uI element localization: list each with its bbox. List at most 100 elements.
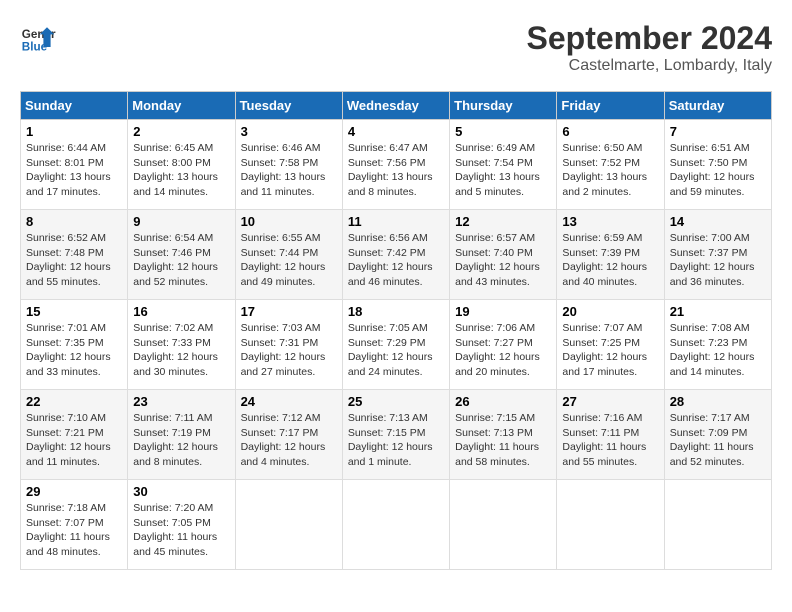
calendar-day-1: 1Sunrise: 6:44 AMSunset: 8:01 PMDaylight… — [21, 120, 128, 210]
day-info: Sunrise: 7:05 AMSunset: 7:29 PMDaylight:… — [348, 322, 433, 378]
day-number: 12 — [455, 214, 551, 229]
calendar-day-24: 24 Sunrise: 7:12 AMSunset: 7:17 PMDayligh… — [235, 390, 342, 480]
day-number: 23 — [133, 394, 229, 409]
day-number: 1 — [26, 124, 122, 139]
day-number: 6 — [562, 124, 658, 139]
day-info: Sunrise: 6:49 AMSunset: 7:54 PMDaylight:… — [455, 142, 540, 198]
col-wednesday: Wednesday — [342, 92, 449, 120]
day-number: 11 — [348, 214, 444, 229]
day-info: Sunrise: 6:51 AMSunset: 7:50 PMDaylight:… — [670, 142, 755, 198]
month-title: September 2024 — [527, 20, 772, 57]
day-number: 17 — [241, 304, 337, 319]
calendar-day-19: 19Sunrise: 7:06 AMSunset: 7:27 PMDayligh… — [450, 300, 557, 390]
day-info: Sunrise: 7:10 AMSunset: 7:21 PMDaylight:… — [26, 412, 111, 468]
empty-cell — [664, 480, 771, 570]
day-info: Sunrise: 7:02 AMSunset: 7:33 PMDaylight:… — [133, 322, 218, 378]
col-thursday: Thursday — [450, 92, 557, 120]
week-row-1: 1Sunrise: 6:44 AMSunset: 8:01 PMDaylight… — [21, 120, 772, 210]
day-number: 15 — [26, 304, 122, 319]
day-number: 8 — [26, 214, 122, 229]
day-number: 3 — [241, 124, 337, 139]
calendar-day-25: 25 Sunrise: 7:13 AMSunset: 7:15 PMDayligh… — [342, 390, 449, 480]
calendar-day-2: 2 Sunrise: 6:45 AMSunset: 8:00 PMDaylight… — [128, 120, 235, 210]
day-info: Sunrise: 6:45 AMSunset: 8:00 PMDaylight:… — [133, 142, 218, 198]
calendar-day-12: 12Sunrise: 6:57 AMSunset: 7:40 PMDayligh… — [450, 210, 557, 300]
day-number: 22 — [26, 394, 122, 409]
col-sunday: Sunday — [21, 92, 128, 120]
empty-cell — [450, 480, 557, 570]
day-number: 28 — [670, 394, 766, 409]
day-number: 26 — [455, 394, 551, 409]
col-tuesday: Tuesday — [235, 92, 342, 120]
calendar-day-17: 17 Sunrise: 7:03 AMSunset: 7:31 PMDayligh… — [235, 300, 342, 390]
day-info: Sunrise: 7:15 AMSunset: 7:13 PMDaylight:… — [455, 412, 539, 468]
week-row-4: 22 Sunrise: 7:10 AMSunset: 7:21 PMDayligh… — [21, 390, 772, 480]
day-number: 20 — [562, 304, 658, 319]
calendar-day-6: 6 Sunrise: 6:50 AMSunset: 7:52 PMDaylight… — [557, 120, 664, 210]
day-info: Sunrise: 7:00 AMSunset: 7:37 PMDaylight:… — [670, 232, 755, 288]
calendar-day-3: 3 Sunrise: 6:46 AMSunset: 7:58 PMDaylight… — [235, 120, 342, 210]
empty-cell — [342, 480, 449, 570]
day-info: Sunrise: 7:01 AMSunset: 7:35 PMDaylight:… — [26, 322, 111, 378]
calendar-day-10: 10 Sunrise: 6:55 AMSunset: 7:44 PMDayligh… — [235, 210, 342, 300]
day-number: 7 — [670, 124, 766, 139]
week-row-3: 15 Sunrise: 7:01 AMSunset: 7:35 PMDayligh… — [21, 300, 772, 390]
calendar-day-23: 23Sunrise: 7:11 AMSunset: 7:19 PMDayligh… — [128, 390, 235, 480]
calendar-day-20: 20 Sunrise: 7:07 AMSunset: 7:25 PMDayligh… — [557, 300, 664, 390]
calendar-day-8: 8 Sunrise: 6:52 AMSunset: 7:48 PMDaylight… — [21, 210, 128, 300]
day-number: 9 — [133, 214, 229, 229]
day-number: 24 — [241, 394, 337, 409]
day-number: 4 — [348, 124, 444, 139]
day-info: Sunrise: 7:20 AMSunset: 7:05 PMDaylight:… — [133, 502, 217, 558]
day-info: Sunrise: 7:13 AMSunset: 7:15 PMDaylight:… — [348, 412, 433, 468]
day-number: 14 — [670, 214, 766, 229]
day-number: 27 — [562, 394, 658, 409]
day-number: 19 — [455, 304, 551, 319]
day-info: Sunrise: 7:18 AMSunset: 7:07 PMDaylight:… — [26, 502, 110, 558]
day-info: Sunrise: 6:50 AMSunset: 7:52 PMDaylight:… — [562, 142, 647, 198]
location-title: Castelmarte, Lombardy, Italy — [527, 57, 772, 75]
calendar-day-11: 11 Sunrise: 6:56 AMSunset: 7:42 PMDayligh… — [342, 210, 449, 300]
day-info: Sunrise: 7:08 AMSunset: 7:23 PMDaylight:… — [670, 322, 755, 378]
day-info: Sunrise: 6:55 AMSunset: 7:44 PMDaylight:… — [241, 232, 326, 288]
calendar-day-14: 14 Sunrise: 7:00 AMSunset: 7:37 PMDayligh… — [664, 210, 771, 300]
day-number: 5 — [455, 124, 551, 139]
day-info: Sunrise: 6:56 AMSunset: 7:42 PMDaylight:… — [348, 232, 433, 288]
day-info: Sunrise: 6:52 AMSunset: 7:48 PMDaylight:… — [26, 232, 111, 288]
day-number: 21 — [670, 304, 766, 319]
calendar-table: Sunday Monday Tuesday Wednesday Thursday… — [20, 91, 772, 570]
col-friday: Friday — [557, 92, 664, 120]
week-row-5: 29 Sunrise: 7:18 AMSunset: 7:07 PMDayligh… — [21, 480, 772, 570]
empty-cell — [235, 480, 342, 570]
day-info: Sunrise: 7:07 AMSunset: 7:25 PMDaylight:… — [562, 322, 647, 378]
day-number: 29 — [26, 484, 122, 499]
day-info: Sunrise: 6:46 AMSunset: 7:58 PMDaylight:… — [241, 142, 326, 198]
day-number: 30 — [133, 484, 229, 499]
calendar-day-27: 27 Sunrise: 7:16 AMSunset: 7:11 PMDayligh… — [557, 390, 664, 480]
day-info: Sunrise: 7:03 AMSunset: 7:31 PMDaylight:… — [241, 322, 326, 378]
logo-icon: General Blue — [20, 20, 56, 56]
day-number: 2 — [133, 124, 229, 139]
calendar-day-7: 7 Sunrise: 6:51 AMSunset: 7:50 PMDaylight… — [664, 120, 771, 210]
svg-text:General: General — [22, 28, 56, 41]
day-info: Sunrise: 6:54 AMSunset: 7:46 PMDaylight:… — [133, 232, 218, 288]
day-number: 16 — [133, 304, 229, 319]
calendar-day-30: 30 Sunrise: 7:20 AMSunset: 7:05 PMDayligh… — [128, 480, 235, 570]
col-monday: Monday — [128, 92, 235, 120]
day-info: Sunrise: 7:12 AMSunset: 7:17 PMDaylight:… — [241, 412, 326, 468]
calendar-day-4: 4 Sunrise: 6:47 AMSunset: 7:56 PMDaylight… — [342, 120, 449, 210]
day-number: 18 — [348, 304, 444, 319]
calendar-day-22: 22 Sunrise: 7:10 AMSunset: 7:21 PMDayligh… — [21, 390, 128, 480]
day-info: Sunrise: 6:47 AMSunset: 7:56 PMDaylight:… — [348, 142, 433, 198]
day-number: 10 — [241, 214, 337, 229]
empty-cell — [557, 480, 664, 570]
day-info: Sunrise: 6:59 AMSunset: 7:39 PMDaylight:… — [562, 232, 647, 288]
calendar-day-29: 29 Sunrise: 7:18 AMSunset: 7:07 PMDayligh… — [21, 480, 128, 570]
page-header: General Blue September 2024 Castelmarte,… — [20, 20, 772, 75]
day-number: 25 — [348, 394, 444, 409]
calendar-day-13: 13Sunrise: 6:59 AMSunset: 7:39 PMDayligh… — [557, 210, 664, 300]
header-row: Sunday Monday Tuesday Wednesday Thursday… — [21, 92, 772, 120]
calendar-day-28: 28Sunrise: 7:17 AMSunset: 7:09 PMDayligh… — [664, 390, 771, 480]
day-info: Sunrise: 7:16 AMSunset: 7:11 PMDaylight:… — [562, 412, 646, 468]
calendar-day-26: 26 Sunrise: 7:15 AMSunset: 7:13 PMDayligh… — [450, 390, 557, 480]
